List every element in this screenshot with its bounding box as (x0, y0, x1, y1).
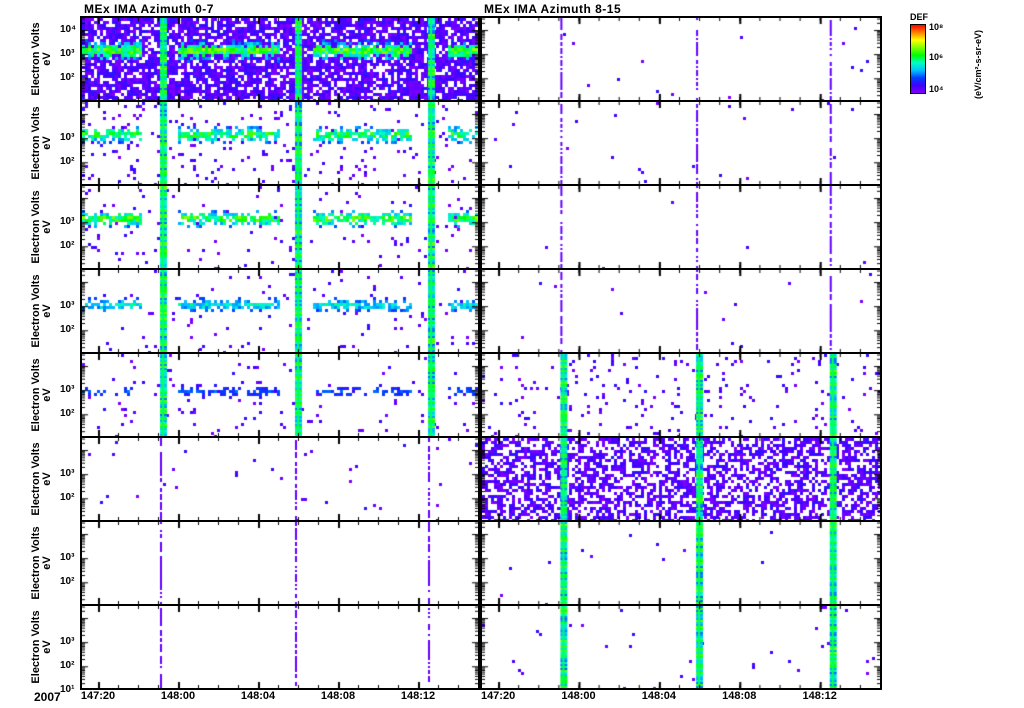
spectrogram-panel-left-8 (80, 604, 480, 690)
y-tick-label: 10² (60, 72, 75, 84)
y-tick-label: 10³ (60, 384, 75, 396)
spectrogram-panel-left-6 (80, 436, 480, 522)
colorbar-tick: 10⁴ (929, 84, 944, 94)
spectrogram-image (482, 186, 880, 268)
spectrogram-figure: MEx IMA Azimuth 0-7 MEx IMA Azimuth 8-15… (0, 0, 1024, 708)
y-axis-label-line2: eV (41, 388, 53, 402)
y-axis-label: Electron Volts eV (22, 438, 62, 520)
y-tick-label: 10³ (60, 48, 75, 60)
colorbar-title: DEF (910, 12, 928, 22)
x-tick-label: 147:20 (80, 690, 116, 702)
left-column-title: MEx IMA Azimuth 0-7 (84, 2, 214, 16)
year-label: 2007 (34, 690, 61, 704)
x-tick-label: 148:04 (240, 690, 276, 702)
spectrogram-panel-right-3 (480, 184, 882, 270)
spectrogram-image (482, 18, 880, 100)
y-axis-label: Electron Volts eV (22, 522, 62, 604)
spectrogram-image (482, 102, 880, 184)
y-axis-label-line2: eV (41, 220, 53, 234)
spectrogram-image (482, 354, 880, 436)
y-tick-label: 10³ (60, 216, 75, 228)
x-tick-label: 147:20 (480, 690, 516, 702)
spectrogram-image (82, 102, 478, 184)
spectrogram-image (482, 270, 880, 352)
y-tick-label: 10³ (60, 552, 75, 564)
y-tick-label: 10³ (60, 636, 75, 648)
spectrogram-image (482, 606, 880, 688)
y-axis-label: Electron Volts eV (22, 186, 62, 268)
y-tick-label: 10³ (60, 468, 75, 480)
spectrogram-panel-right-8 (480, 604, 882, 690)
y-axis-label-line2: eV (41, 52, 53, 66)
spectrogram-panel-right-2 (480, 100, 882, 186)
y-axis-label: Electron Volts eV (22, 270, 62, 352)
y-tick-label: 10³ (60, 300, 75, 312)
x-tick-label: 148:08 (722, 690, 757, 702)
y-tick-label: 10² (60, 576, 75, 588)
y-tick-label: 10² (60, 240, 75, 252)
spectrogram-panel-left-5 (80, 352, 480, 438)
y-tick-label: 10³ (60, 132, 75, 144)
spectrogram-image (82, 186, 478, 268)
x-tick-label: 148:12 (802, 690, 837, 702)
y-tick-label: 10² (60, 156, 75, 168)
colorbar-units: (eV/cm²-s-sr-eV) (973, 29, 983, 99)
colorbar-tick: 10⁸ (929, 22, 944, 32)
x-tick-label: 148:12 (400, 690, 436, 702)
y-axis-label: Electron Volts eV (22, 606, 62, 688)
spectrogram-image (82, 18, 478, 100)
y-tick-label: 10¹ (60, 684, 75, 696)
spectrogram-panel-right-4 (480, 268, 882, 354)
x-tick-label: 148:08 (320, 690, 356, 702)
y-axis-label-line2: eV (41, 136, 53, 150)
y-axis-label: Electron Volts eV (22, 354, 62, 436)
spectrogram-image (82, 270, 478, 352)
colorbar-tick: 10⁶ (929, 52, 944, 62)
x-tick-label: 148:00 (160, 690, 196, 702)
x-tick-label: 148:00 (561, 690, 596, 702)
spectrogram-panel-left-1 (80, 16, 480, 102)
y-axis-label-line2: eV (41, 556, 53, 570)
spectrogram-image (82, 438, 478, 520)
y-tick-label: 10² (60, 660, 75, 672)
right-column-title: MEx IMA Azimuth 8-15 (484, 2, 622, 16)
spectrogram-panel-left-3 (80, 184, 480, 270)
y-tick-label: 10² (60, 324, 75, 336)
y-axis-label: Electron Volts eV (22, 102, 62, 184)
y-axis-label-line2: eV (41, 640, 53, 654)
y-axis-label-line2: eV (41, 304, 53, 318)
colorbar (910, 24, 926, 94)
y-tick-label: 10⁴ (60, 24, 77, 36)
spectrogram-panel-right-1 (480, 16, 882, 102)
spectrogram-panel-right-5 (480, 352, 882, 438)
spectrogram-panel-left-2 (80, 100, 480, 186)
spectrogram-image (482, 522, 880, 604)
y-tick-label: 10² (60, 408, 75, 420)
spectrogram-panel-left-4 (80, 268, 480, 354)
spectrogram-image (482, 438, 880, 520)
y-axis-label-line2: eV (41, 472, 53, 486)
x-tick-label: 148:04 (641, 690, 677, 702)
spectrogram-panel-right-6 (480, 436, 882, 522)
spectrogram-image (82, 606, 478, 688)
y-axis-label: Electron Volts eV (22, 18, 62, 100)
spectrogram-image (82, 522, 478, 604)
spectrogram-panel-right-7 (480, 520, 882, 606)
spectrogram-image (82, 354, 478, 436)
y-tick-label: 10² (60, 492, 75, 504)
spectrogram-panel-left-7 (80, 520, 480, 606)
